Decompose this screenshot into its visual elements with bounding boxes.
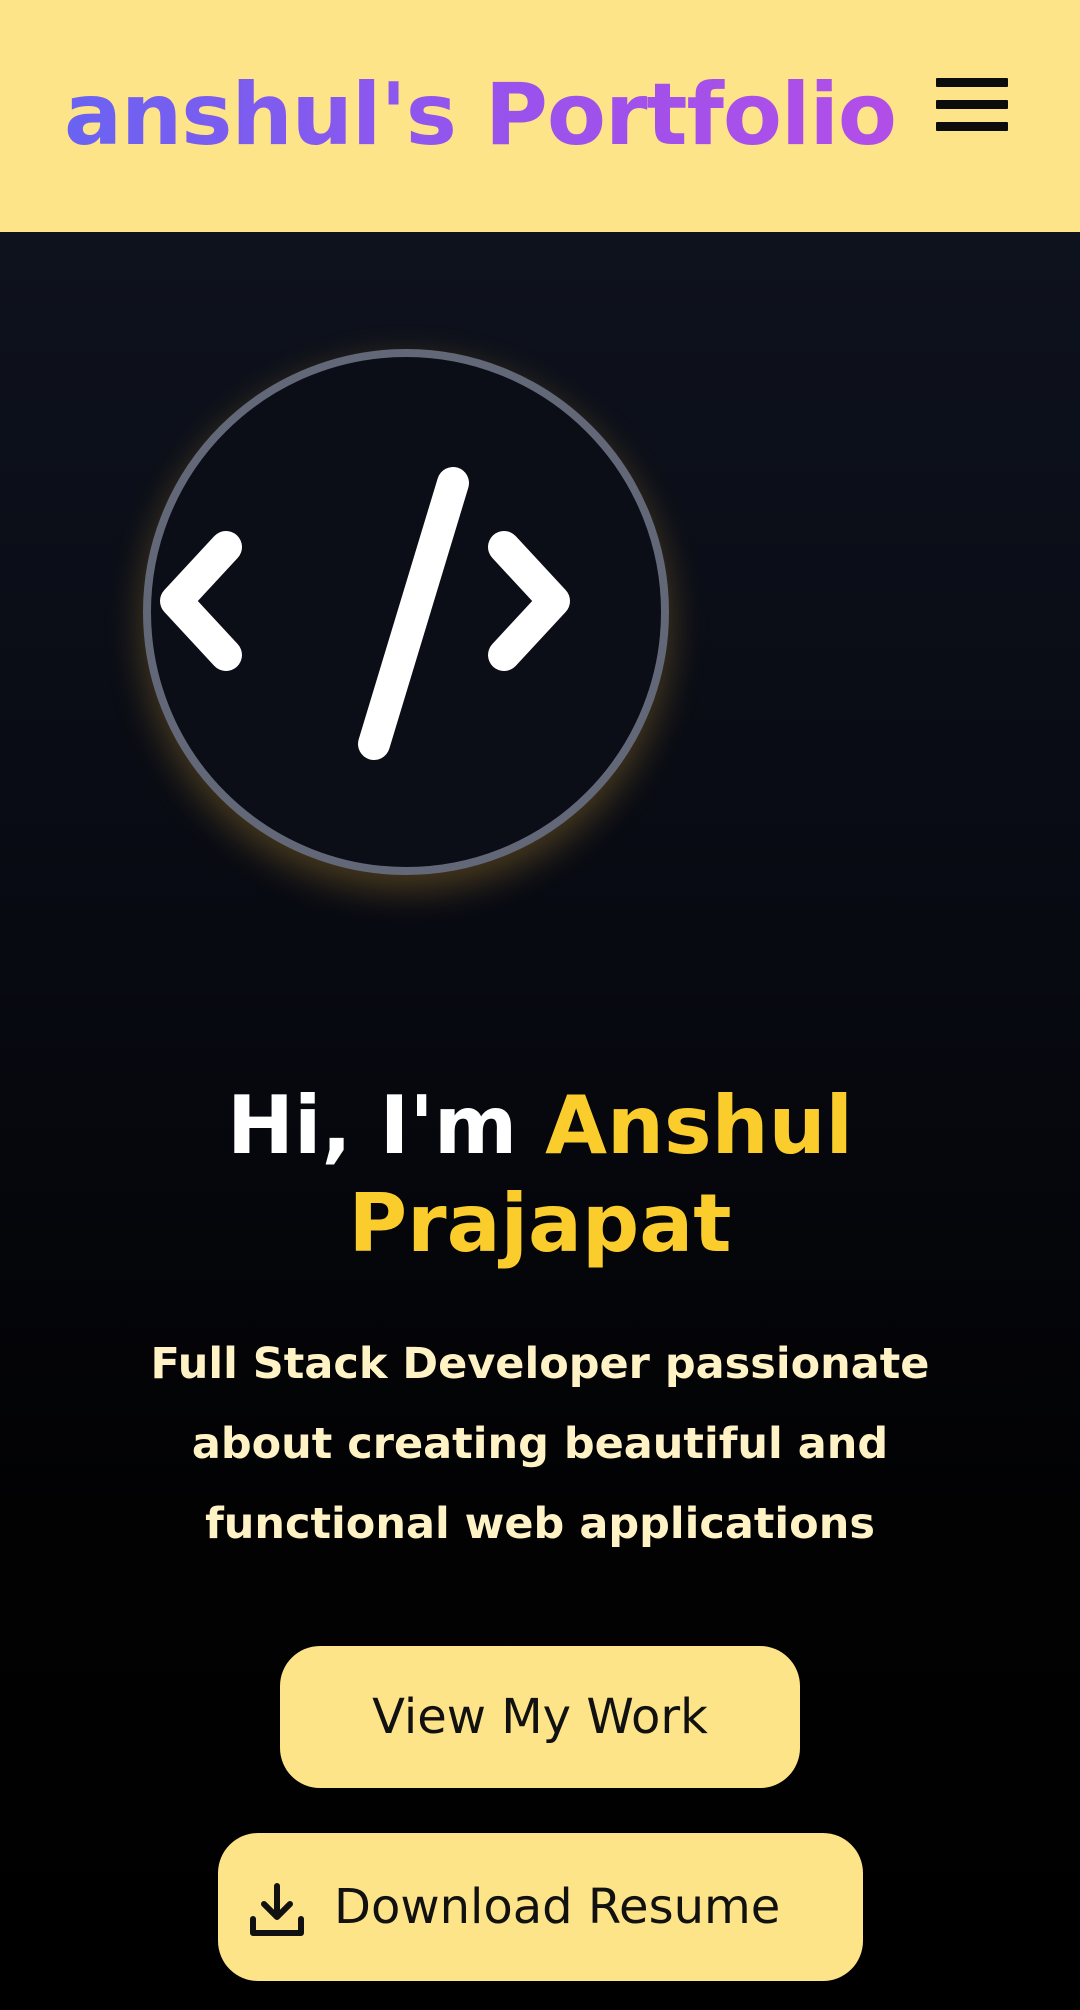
- view-my-work-button[interactable]: View My Work: [280, 1646, 800, 1788]
- code-brackets-svg: [160, 467, 570, 760]
- hamburger-menu-icon[interactable]: [930, 72, 1018, 140]
- code-brackets-icon: [143, 349, 669, 875]
- brand-logo[interactable]: anshul's Portfolio: [64, 60, 897, 170]
- menu-bar-middle: [936, 100, 1008, 109]
- download-resume-button[interactable]: Download Resume: [218, 1833, 863, 1981]
- page: anshul's Portfolio Hi, I'm Anshul Prajap…: [0, 0, 1080, 2010]
- greeting-text: Hi, I'm: [227, 1079, 546, 1172]
- left-angle-bracket: [160, 531, 242, 671]
- forward-slash: [358, 467, 469, 760]
- hero-tagline: Full Stack Developer passionate about cr…: [150, 1339, 930, 1549]
- download-icon: [250, 1883, 304, 1936]
- right-angle-bracket: [488, 531, 570, 671]
- download-resume-label: Download Resume: [334, 1879, 781, 1935]
- menu-bar-top: [936, 78, 1008, 87]
- menu-bar-bottom: [936, 122, 1008, 131]
- view-my-work-label: View My Work: [372, 1689, 708, 1745]
- hero-section: Hi, I'm Anshul Prajapat Full Stack Devel…: [0, 232, 1080, 2010]
- navbar: anshul's Portfolio: [0, 0, 1080, 232]
- hero-headline: Hi, I'm Anshul Prajapat: [60, 1077, 1020, 1273]
